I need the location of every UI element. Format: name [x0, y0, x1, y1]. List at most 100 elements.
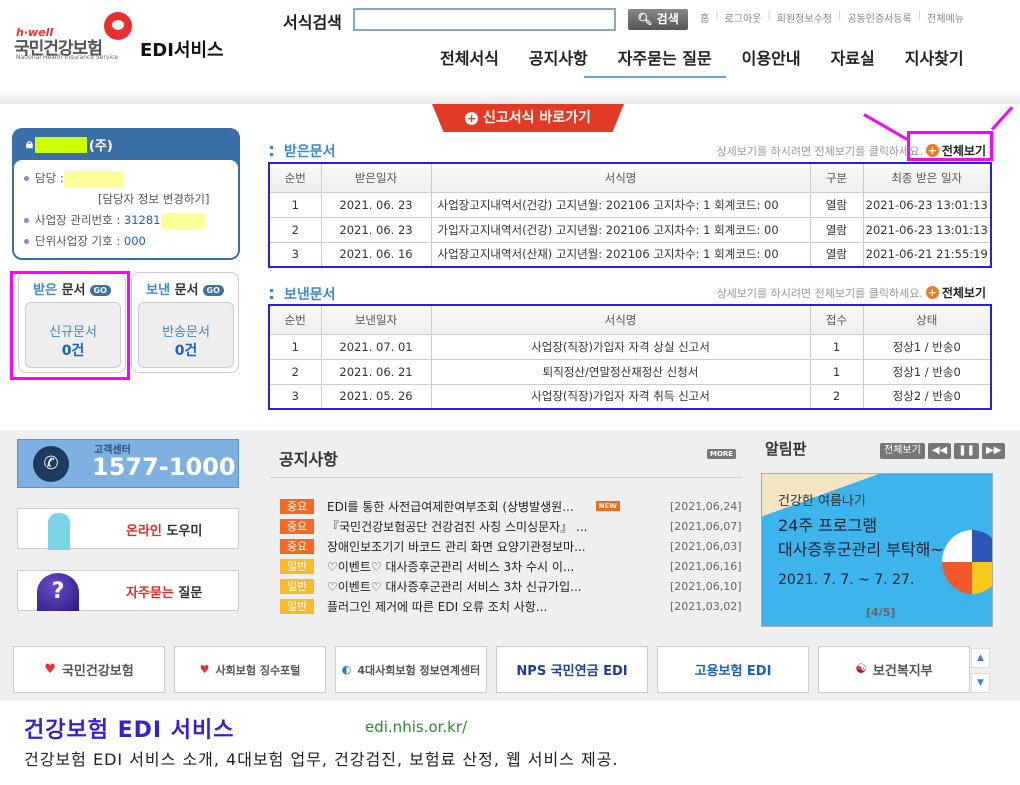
cell: 2021. 06. 21 [320, 358, 432, 385]
alarm-banner[interactable]: 건강한 여름나기 24주 프로그램 대사증후군관리 부탁해~ 2021. 7. … [761, 473, 993, 627]
nav-library[interactable]: 자료실 [831, 45, 875, 69]
plus-icon: + [465, 112, 479, 125]
col-header: 받은일자 [320, 162, 432, 193]
form-name-link[interactable]: 퇴직정산/연말정산재정산 신청서 [430, 358, 811, 385]
list-item[interactable]: 중요 장애인보조기기 바코드 관리 화면 요양기관정보마... [2021,06,0… [280, 536, 742, 556]
nav-guide[interactable]: 이용안내 [742, 45, 801, 69]
footer-url: edi.nhis.or.kr/ [365, 718, 468, 736]
sent-docs-box[interactable]: 보낸 문서 GO 반송문서 0건 [131, 272, 239, 373]
faq-button[interactable]: ? 자주묻는 질문 [17, 570, 239, 611]
nav-notice[interactable]: 공지사항 [529, 45, 588, 69]
partner-mohw[interactable]: ☯ 보건복지부 [818, 646, 970, 693]
form-name-link[interactable]: 사업장고지내역서(건강) 고지년월: 202106 고지차수: 1 회계코드: … [430, 191, 811, 218]
list-item[interactable]: 중요 『국민건강보험공단 건강검진 사칭 스미싱문자』 ... [2021,06,0… [280, 516, 742, 536]
col-header: 접수 [809, 304, 864, 335]
scroll-down-icon[interactable]: ▼ [971, 673, 990, 693]
util-cert-register[interactable]: 공동인증서등록 [847, 10, 911, 25]
list-item[interactable]: 일반 ♡이벤트♡ 대사증후군관리 서비스 3차 수시 이... [2021,06,1… [280, 556, 742, 576]
notice-link[interactable]: ♡이벤트♡ 대사증후군관리 서비스 3차 수시 이... [327, 558, 670, 575]
returned-docs-button[interactable]: 반송문서 0건 [138, 302, 234, 368]
notice-date: [2021,06,07] [670, 519, 742, 533]
banner-dates: 2021. 7. 7. ~ 7. 27. [778, 572, 915, 588]
table-row[interactable]: 3 2021. 05. 26 사업장(직장)가입자 자격 취득 신고서 2 정상2 / … [268, 383, 992, 410]
unit-no: 000 [123, 234, 146, 248]
nav-all-forms[interactable]: 전체서식 [440, 45, 499, 69]
util-all-menu[interactable]: 전체메뉴 [927, 10, 964, 25]
list-item[interactable]: 중요 EDI를 통한 사전급여제한여부조회 (상병발생원... NEW [2021,0… [280, 496, 742, 516]
change-manager-link[interactable]: [담당자 정보 변경하기] [98, 192, 210, 206]
form-name-link[interactable]: 가입자고지내역서(건강) 고지년월: 202106 고지차수: 1 회계코드: … [430, 216, 811, 243]
table-header: 순번 보낸일자 서식명 접수 상태 [268, 304, 992, 335]
prev-icon[interactable]: ◀◀ [927, 443, 952, 459]
table-row[interactable]: 1 2021. 07. 01 사업장(직장)가입자 자격 상실 신고서 1 정상1 / … [268, 333, 992, 360]
quick-forms-button[interactable]: + 신고서식 바로가기 [432, 104, 624, 132]
sent-title: 보낸문서 [284, 287, 336, 303]
cell: 열람 [809, 241, 864, 268]
footer-title[interactable]: 건강보험 EDI 서비스 [24, 712, 234, 744]
notice-link[interactable]: 『국민건강보험공단 건강검진 사칭 스미싱문자』 ... [327, 518, 670, 535]
sent-hint: 상세보기를 하시려면 전체보기를 클릭하세요. + 전체보기 [717, 284, 986, 301]
search-input[interactable] [353, 8, 616, 31]
online-help-button[interactable]: 온라인 도우미 [17, 508, 239, 550]
notice-link[interactable]: EDI를 통한 사전급여제한여부조회 (상병발생원... [327, 498, 596, 515]
user-details: 담당 : [담당자 정보 변경하기] 사업장 관리번호 : 31281 단위사업… [14, 160, 238, 258]
util-home[interactable]: 홈 [700, 10, 709, 25]
annotation-box [907, 131, 993, 161]
sent-section-title: 보낸문서 [270, 284, 336, 304]
util-logout[interactable]: 로그아웃 [725, 10, 762, 25]
col-header: 구분 [809, 162, 864, 193]
list-item[interactable]: 일반 ♡이벤트♡ 대사증후군관리 서비스 3차 신규가입... [2021,06,1… [280, 576, 742, 596]
table-row[interactable]: 2 2021. 06. 23 가입자고지내역서(건강) 고지년월: 202106 고… [268, 216, 992, 243]
table-row[interactable]: 1 2021. 06. 23 사업장고지내역서(건강) 고지년월: 202106 고… [268, 191, 992, 218]
partner-nps[interactable]: NPS 국민연금 EDI [496, 646, 648, 693]
partner-employment[interactable]: 고용보험 EDI [657, 646, 809, 693]
notice-link[interactable]: ♡이벤트♡ 대사증후군관리 서비스 3차 신규가입... [327, 578, 670, 595]
partner-4insurance[interactable]: ◐ 4대사회보험 정보연계센터 [335, 646, 487, 693]
pause-icon[interactable]: ❚❚ [954, 443, 979, 459]
divider [270, 477, 742, 478]
company-suffix: (주) [88, 139, 113, 154]
phone-icon: ✆ [33, 446, 69, 482]
table-row[interactable]: 2 2021. 06. 21 퇴직정산/연말정산재정산 신청서 1 정상1 / 반송0 [268, 358, 992, 385]
service-title: EDI서비스 [140, 40, 224, 61]
notice-title: 공지사항 [279, 450, 338, 469]
nav-faq[interactable]: 자주묻는 질문 [618, 45, 712, 69]
cell: 2 [809, 383, 864, 410]
partner-logos: ♥ 국민건강보험 ♥ 사회보험 징수포털 ◐ 4대사회보험 정보연계센터 NPS 국민… [13, 646, 970, 693]
annotation-arrow [990, 106, 1014, 131]
redacted-biz-no [160, 212, 205, 229]
list-item[interactable]: 일반 플러그인 제거에 따른 EDI 오류 조치 사항... [2021,03,02… [280, 596, 742, 616]
partner-nhis[interactable]: ♥ 국민건강보험 [13, 646, 165, 693]
sent-go-button[interactable]: GO [202, 285, 224, 296]
notice-more-button[interactable]: MORE [707, 449, 737, 459]
partner-label: 국민건강보험 [61, 664, 134, 679]
scroll-up-icon[interactable]: ▲ [971, 648, 990, 668]
form-name-link[interactable]: 사업장(직장)가입자 자격 취득 신고서 [430, 383, 811, 410]
notice-date: [2021,06,03] [670, 539, 742, 553]
notice-link[interactable]: 플러그인 제거에 따른 EDI 오류 조치 사항... [327, 598, 670, 615]
partner-collection-portal[interactable]: ♥ 사회보험 징수포털 [174, 646, 326, 693]
received-hint-text: 상세보기를 하시려면 전체보기를 클릭하세요. [716, 144, 923, 158]
util-edit-profile[interactable]: 회원정보수정 [777, 10, 832, 25]
cell: 3 [268, 383, 322, 410]
logo-subtitle: National Health Insurance Service [16, 54, 119, 61]
next-icon[interactable]: ▶▶ [981, 443, 1006, 459]
utility-menu: 홈 | 로그아웃 | 회원정보수정 | 공동인증서등록 | 전체메뉴 [700, 10, 964, 25]
nav-branch[interactable]: 지사찾기 [905, 45, 964, 69]
header-shadow [0, 90, 1020, 104]
notice-date: [2021,06,10] [670, 579, 742, 593]
form-name-link[interactable]: 사업장고지내역서(산재) 고지년월: 202106 고지차수: 1 회계코드: … [430, 241, 811, 268]
table-header: 순번 받은일자 서식명 구분 최종 받은 일자 [268, 162, 992, 193]
cell: 1 [268, 333, 322, 360]
search-button[interactable]: 🔍︎ 검색 [628, 9, 688, 30]
alarm-view-all-button[interactable]: 전체보기 [880, 443, 925, 459]
notice-link[interactable]: 장애인보조기기 바코드 관리 화면 요양기관정보마... [327, 538, 670, 555]
badge-general: 일반 [280, 598, 314, 614]
cell: 2 [268, 358, 322, 385]
partner-label: 사회보험 징수포털 [215, 663, 301, 677]
received-title: 받은문서 [284, 144, 336, 160]
sent-view-all[interactable]: 전체보기 [942, 284, 986, 301]
form-name-link[interactable]: 사업장(직장)가입자 자격 상실 신고서 [430, 333, 811, 360]
table-row[interactable]: 3 2021. 06. 16 사업장고지내역서(산재) 고지년월: 202106 고… [268, 241, 992, 268]
customer-center-phone: 1577-1000 [92, 453, 236, 481]
